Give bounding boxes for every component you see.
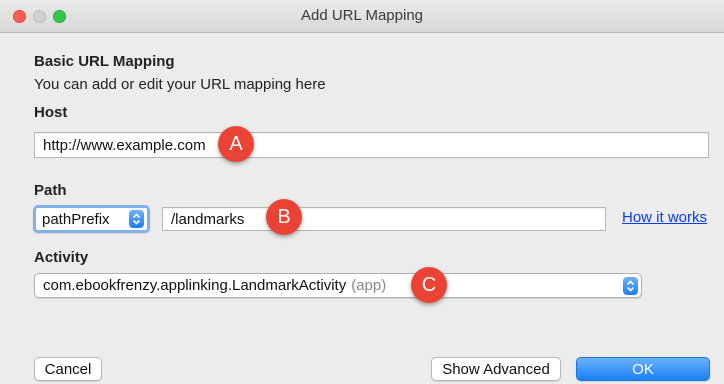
host-input[interactable]: http://www.example.com — [34, 132, 709, 158]
cancel-button[interactable]: Cancel — [34, 357, 102, 381]
section-heading: Basic URL Mapping — [34, 53, 175, 70]
callout-badge-c: C — [411, 267, 447, 303]
chevron-updown-icon — [623, 276, 638, 295]
host-label: Host — [34, 104, 68, 121]
show-advanced-button[interactable]: Show Advanced — [431, 357, 561, 381]
path-type-value: pathPrefix — [42, 210, 110, 228]
activity-label: Activity — [34, 249, 89, 266]
how-it-works-link[interactable]: How it works — [622, 209, 707, 226]
chevron-updown-icon — [129, 210, 144, 228]
activity-select[interactable]: com.ebookfrenzy.applinking.LandmarkActiv… — [34, 273, 642, 298]
callout-badge-a: A — [218, 126, 254, 162]
path-input-value: /landmarks — [171, 210, 245, 228]
activity-select-value: com.ebookfrenzy.applinking.LandmarkActiv… — [43, 277, 347, 294]
callout-badge-b: B — [266, 199, 302, 235]
dialog-content: Basic URL Mapping You can add or edit yo… — [0, 33, 724, 384]
path-type-select[interactable]: pathPrefix — [33, 205, 150, 233]
section-description: You can add or edit your URL mapping her… — [34, 76, 326, 93]
ok-button[interactable]: OK — [576, 357, 710, 381]
activity-module-hint: (app) — [351, 277, 387, 294]
path-label: Path — [34, 182, 67, 199]
title-bar: Add URL Mapping — [0, 0, 724, 33]
window-title: Add URL Mapping — [300, 7, 423, 24]
host-input-value: http://www.example.com — [43, 136, 206, 154]
path-input[interactable]: /landmarks — [162, 207, 606, 231]
